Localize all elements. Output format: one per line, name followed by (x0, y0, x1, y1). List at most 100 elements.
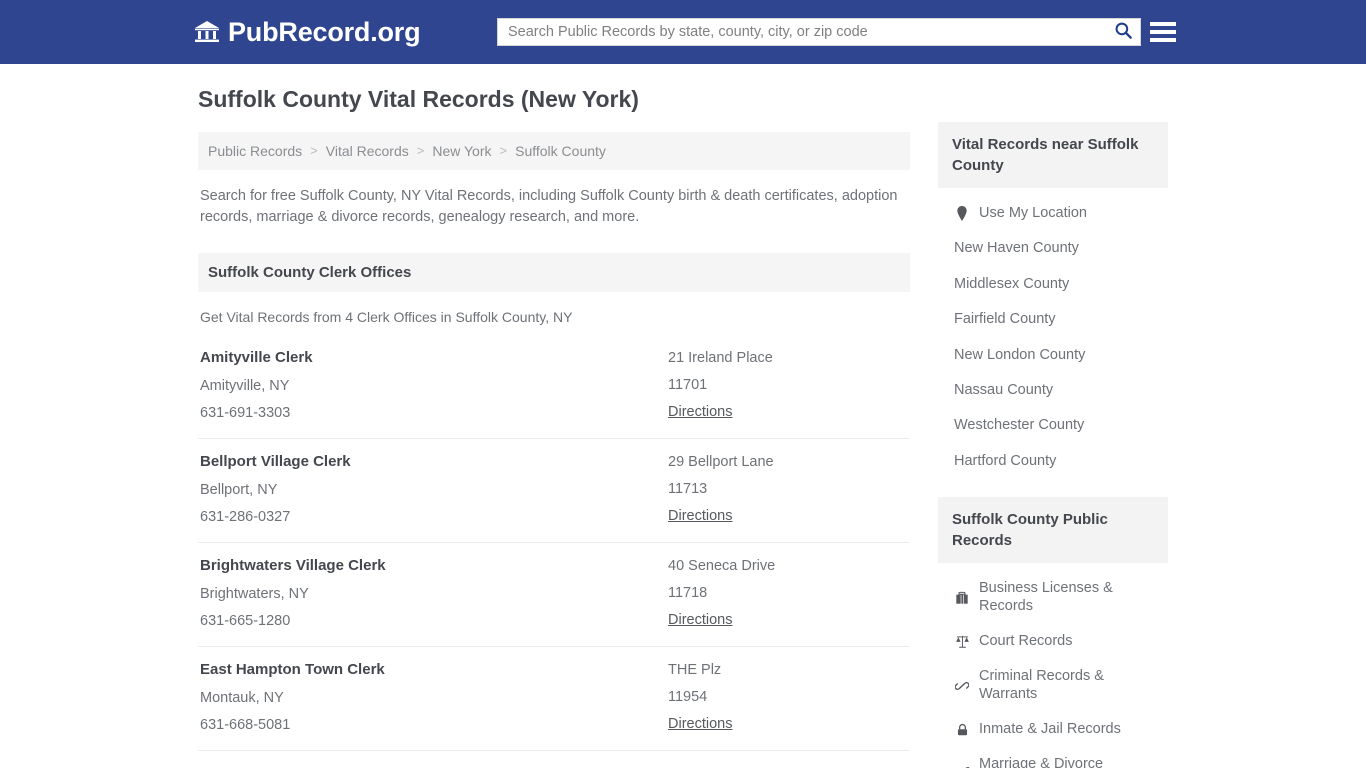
sidebar-item-label: Criminal Records & Warrants (979, 668, 1104, 702)
office-address: 29 Bellport Lane 11713 Directions (668, 453, 908, 526)
sidebar-item-label: Westchester County (954, 417, 1085, 434)
balance-scale-icon (954, 634, 970, 650)
office-phone: 631-665-1280 (200, 612, 291, 629)
breadcrumb-item-new-york[interactable]: New York (432, 143, 491, 159)
directions-link[interactable]: Directions (668, 716, 732, 732)
sidebar-item-label: Inmate & Jail Records (979, 721, 1121, 738)
office-phone: 631-668-5081 (200, 716, 291, 733)
page-description: Search for free Suffolk County, NY Vital… (200, 187, 898, 226)
sidebar-item-use-my-location[interactable]: Use My Location (938, 196, 1168, 231)
office-info: Brightwaters Village Clerk Brightwaters,… (200, 557, 668, 630)
office-zip: 11954 (668, 689, 708, 706)
hamburger-bar (1150, 38, 1176, 42)
search-bar[interactable] (497, 18, 1141, 46)
office-city-state: Bellport, NY (200, 481, 278, 498)
office-phone: 631-691-3303 (200, 404, 291, 421)
breadcrumb-item-public-records[interactable]: Public Records (208, 143, 302, 159)
sidebar-nearby-list: Use My Location New Haven County Middles… (938, 188, 1168, 489)
sidebar-item-westchester-county[interactable]: Westchester County (938, 408, 1168, 443)
breadcrumb-separator: > (310, 143, 318, 159)
breadcrumb: Public Records > Vital Records > New Yor… (198, 131, 910, 170)
search-input[interactable] (498, 19, 1106, 45)
breadcrumb-item-suffolk-county[interactable]: Suffolk County (515, 143, 606, 159)
search-icon (1114, 21, 1133, 43)
page-body: Suffolk County Vital Records (New York) … (0, 64, 1366, 768)
sidebar-public-records-title: Suffolk County Public Records (938, 497, 1168, 564)
sidebar-item-label: Business Licenses & Records (979, 580, 1113, 614)
sidebar-item-new-london-county[interactable]: New London County (938, 338, 1168, 373)
office-phone: 631-286-0327 (200, 508, 291, 525)
sidebar-item-label: Hartford County (954, 452, 1057, 469)
sidebar-item-nassau-county[interactable]: Nassau County (938, 373, 1168, 408)
sidebar-item-fairfield-county[interactable]: Fairfield County (938, 302, 1168, 337)
breadcrumb-separator: > (416, 143, 425, 159)
sidebar-item-label: New London County (954, 346, 1086, 363)
sidebar-item-label: Nassau County (954, 381, 1054, 398)
main-column: Suffolk County Vital Records (New York) … (198, 86, 910, 768)
office-zip: 11713 (668, 481, 708, 498)
sidebar-item-hartford-county[interactable]: Hartford County (938, 444, 1168, 479)
sidebar-item-marriage-divorce-records[interactable]: Marriage & Divorce Records (938, 747, 1168, 768)
sidebar-item-new-haven-county[interactable]: New Haven County (938, 231, 1168, 266)
table-row: East Hampton Town Clerk Montauk, NY 631-… (198, 647, 910, 752)
map-pin-icon (954, 206, 970, 222)
clerk-office-list: Amityville Clerk Amityville, NY 631-691-… (198, 335, 910, 752)
office-info: Amityville Clerk Amityville, NY 631-691-… (200, 349, 668, 422)
hamburger-bar (1150, 22, 1176, 26)
office-info: Bellport Village Clerk Bellport, NY 631-… (200, 453, 668, 526)
office-info: East Hampton Town Clerk Montauk, NY 631-… (200, 661, 668, 734)
sidebar-item-middlesex-county[interactable]: Middlesex County (938, 267, 1168, 302)
sidebar: Vital Records near Suffolk County Use My… (938, 86, 1168, 768)
office-name[interactable]: East Hampton Town Clerk (200, 661, 668, 680)
office-name[interactable]: Brightwaters Village Clerk (200, 557, 668, 576)
breadcrumb-item-vital-records[interactable]: Vital Records (326, 143, 409, 159)
sidebar-item-label: Fairfield County (954, 311, 1056, 328)
directions-link[interactable]: Directions (668, 508, 732, 524)
briefcase-icon (954, 590, 970, 606)
hamburger-bar (1150, 30, 1176, 34)
office-name[interactable]: Bellport Village Clerk (200, 453, 668, 472)
sidebar-item-label: New Haven County (954, 240, 1079, 257)
content-container: Suffolk County Vital Records (New York) … (198, 64, 1168, 768)
site-logo-link[interactable]: PubRecord.org (194, 16, 421, 47)
page-title: Suffolk County Vital Records (New York) (198, 86, 639, 112)
bank-icon (194, 20, 220, 44)
office-address: 40 Seneca Drive 11718 Directions (668, 557, 908, 630)
sidebar-item-business-licenses[interactable]: Business Licenses & Records (938, 571, 1168, 624)
office-street: 21 Ireland Place (668, 350, 773, 367)
sidebar-item-criminal-records[interactable]: Criminal Records & Warrants (938, 659, 1168, 712)
section-clerk-offices: Suffolk County Clerk Offices Get Vital R… (198, 253, 910, 752)
sidebar-public-records-box: Suffolk County Public Records Business L… (938, 497, 1168, 768)
section-title-clerk-offices: Suffolk County Clerk Offices (198, 253, 910, 293)
directions-link[interactable]: Directions (668, 612, 732, 628)
hamburger-menu-icon[interactable] (1150, 18, 1176, 46)
office-street: 40 Seneca Drive (668, 558, 776, 575)
office-zip: 11718 (668, 585, 708, 602)
site-logo-text: PubRecord.org (228, 16, 421, 47)
office-street: THE Plz (668, 662, 722, 679)
table-row: Brightwaters Village Clerk Brightwaters,… (198, 543, 910, 648)
office-city-state: Amityville, NY (200, 377, 290, 394)
office-address: 21 Ireland Place 11701 Directions (668, 349, 908, 422)
handcuffs-icon (954, 678, 970, 694)
sidebar-nearby-box: Vital Records near Suffolk County Use My… (938, 122, 1168, 489)
sidebar-item-court-records[interactable]: Court Records (938, 624, 1168, 659)
sidebar-item-inmate-jail-records[interactable]: Inmate & Jail Records (938, 712, 1168, 747)
breadcrumb-separator: > (499, 143, 508, 159)
search-button[interactable] (1106, 19, 1140, 45)
office-city-state: Montauk, NY (200, 689, 284, 706)
sidebar-item-label: Court Records (979, 632, 1073, 649)
office-city-state: Brightwaters, NY (200, 585, 309, 602)
section-subtitle-clerk-offices: Get Vital Records from 4 Clerk Offices i… (200, 309, 573, 326)
office-address: THE Plz 11954 Directions (668, 661, 908, 734)
office-street: 29 Bellport Lane (668, 454, 774, 471)
sidebar-item-label: Middlesex County (954, 275, 1070, 292)
table-row: Amityville Clerk Amityville, NY 631-691-… (198, 335, 910, 440)
sidebar-item-label: Use My Location (979, 205, 1087, 221)
office-name[interactable]: Amityville Clerk (200, 349, 668, 368)
sidebar-public-records-list: Business Licenses & Records Court Record… (938, 563, 1168, 768)
directions-link[interactable]: Directions (668, 404, 732, 420)
site-header: PubRecord.org (0, 0, 1366, 64)
table-row: Bellport Village Clerk Bellport, NY 631-… (198, 439, 910, 544)
sidebar-nearby-title: Vital Records near Suffolk County (938, 122, 1168, 188)
